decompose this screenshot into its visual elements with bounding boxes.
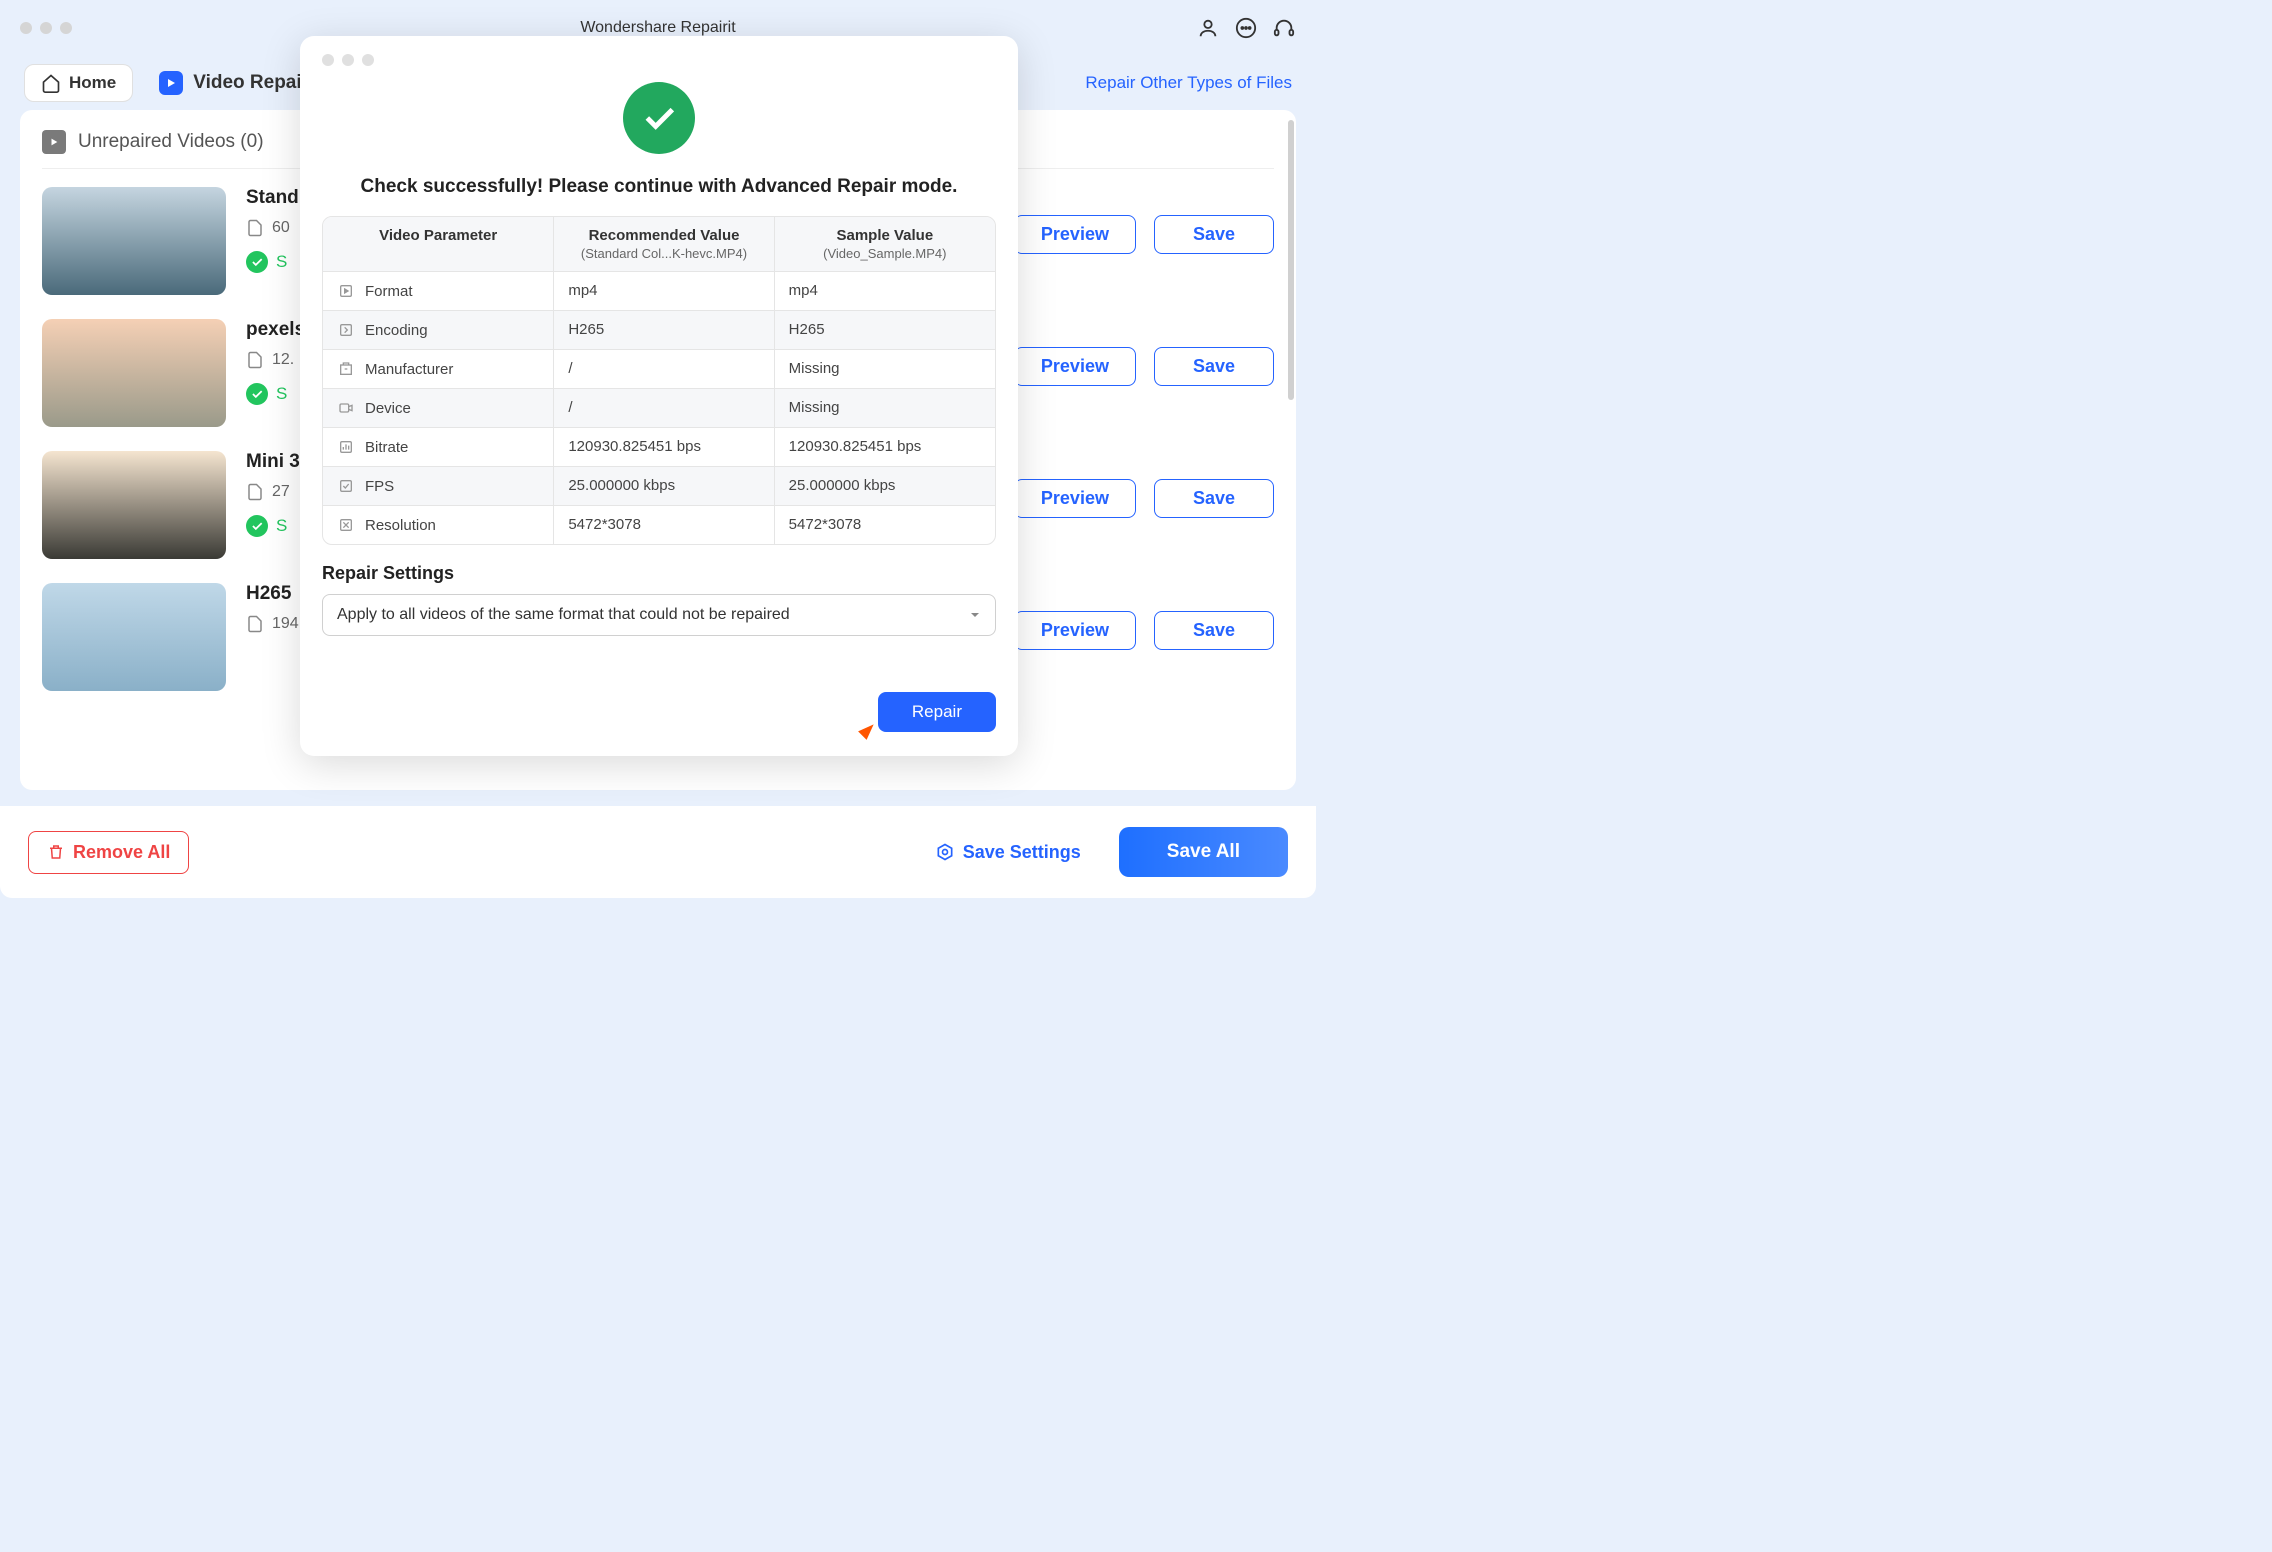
col-sample: Sample Value(Video_Sample.MP4) (775, 217, 995, 271)
file-size: 60 (246, 219, 290, 237)
chevron-down-icon (969, 609, 981, 621)
video-thumbnail[interactable] (42, 583, 226, 691)
modal-window-controls (322, 54, 996, 66)
table-header-row: Video Parameter Recommended Value(Standa… (323, 217, 995, 271)
scrollbar[interactable] (1288, 120, 1294, 400)
remove-all-button[interactable]: Remove All (28, 831, 189, 874)
advanced-repair-modal: Check successfully! Please continue with… (300, 36, 1018, 756)
preview-button[interactable]: Preview (1014, 479, 1136, 518)
parameter-table: Video Parameter Recommended Value(Standa… (322, 216, 996, 545)
success-check-icon (623, 82, 695, 154)
trash-icon (47, 843, 65, 861)
check-icon (246, 515, 268, 537)
modal-minimize-button[interactable] (342, 54, 354, 66)
save-button[interactable]: Save (1154, 611, 1274, 650)
device-icon (337, 399, 355, 417)
home-button[interactable]: Home (24, 64, 133, 102)
repair-button[interactable]: Repair (878, 692, 996, 732)
encoding-icon (337, 321, 355, 339)
remove-all-label: Remove All (73, 842, 170, 863)
repair-other-link[interactable]: Repair Other Types of Files (1085, 73, 1292, 93)
manufacturer-icon (337, 360, 355, 378)
modal-close-button[interactable] (322, 54, 334, 66)
save-button[interactable]: Save (1154, 215, 1274, 254)
minimize-window-button[interactable] (40, 22, 52, 34)
home-icon (41, 73, 61, 93)
modal-maximize-button[interactable] (362, 54, 374, 66)
preview-button[interactable]: Preview (1014, 347, 1136, 386)
file-size: 27 (246, 483, 290, 501)
video-thumbnail[interactable] (42, 319, 226, 427)
table-row: FPS 25.000000 kbps 25.000000 kbps (323, 466, 995, 505)
col-parameter: Video Parameter (323, 217, 554, 271)
video-thumbnail[interactable] (42, 187, 226, 295)
save-settings-label: Save Settings (963, 842, 1081, 863)
bottom-bar: Remove All Save Settings Save All (0, 806, 1316, 898)
check-icon (246, 251, 268, 273)
file-size: 12. (246, 351, 294, 369)
window-controls (20, 22, 72, 34)
maximize-window-button[interactable] (60, 22, 72, 34)
table-row: Bitrate 120930.825451 bps 120930.825451 … (323, 427, 995, 466)
table-row: Format mp4 mp4 (323, 271, 995, 310)
table-row: Encoding H265 H265 (323, 310, 995, 349)
video-repair-icon (159, 71, 183, 95)
repair-settings-select[interactable]: Apply to all videos of the same format t… (322, 594, 996, 636)
fps-icon (337, 477, 355, 495)
status-text: S (276, 252, 287, 272)
close-window-button[interactable] (20, 22, 32, 34)
save-settings-button[interactable]: Save Settings (917, 832, 1099, 873)
file-icon (246, 351, 264, 369)
repair-button-label: Repair (912, 702, 962, 721)
format-icon (337, 282, 355, 300)
status-text: S (276, 384, 287, 404)
file-icon (246, 483, 264, 501)
save-button[interactable]: Save (1154, 347, 1274, 386)
modal-headline: Check successfully! Please continue with… (322, 176, 996, 198)
home-label: Home (69, 73, 116, 93)
check-icon (246, 383, 268, 405)
preview-button[interactable]: Preview (1014, 611, 1136, 650)
chat-icon[interactable] (1234, 16, 1258, 40)
file-icon (246, 219, 264, 237)
bitrate-icon (337, 438, 355, 456)
save-all-button[interactable]: Save All (1119, 827, 1288, 877)
col-recommended: Recommended Value(Standard Col...K-hevc.… (554, 217, 774, 271)
table-row: Manufacturer / Missing (323, 349, 995, 388)
table-row: Resolution 5472*3078 5472*3078 (323, 505, 995, 544)
preview-button[interactable]: Preview (1014, 215, 1136, 254)
repair-settings-label: Repair Settings (322, 563, 996, 584)
save-button[interactable]: Save (1154, 479, 1274, 518)
video-list-icon (42, 130, 66, 154)
resolution-icon (337, 516, 355, 534)
status-text: S (276, 516, 287, 536)
tab-video-repair[interactable]: Video Repair (147, 63, 321, 103)
file-icon (246, 615, 264, 633)
cursor-annotation-icon (858, 720, 878, 740)
tab-label: Video Repair (193, 72, 309, 94)
app-title: Wondershare Repairit (580, 19, 735, 37)
video-thumbnail[interactable] (42, 451, 226, 559)
user-icon[interactable] (1196, 16, 1220, 40)
support-icon[interactable] (1272, 16, 1296, 40)
repair-select-value: Apply to all videos of the same format t… (337, 606, 790, 624)
unrepaired-header-text: Unrepaired Videos (0) (78, 131, 264, 153)
gear-icon (935, 842, 955, 862)
table-row: Device / Missing (323, 388, 995, 427)
